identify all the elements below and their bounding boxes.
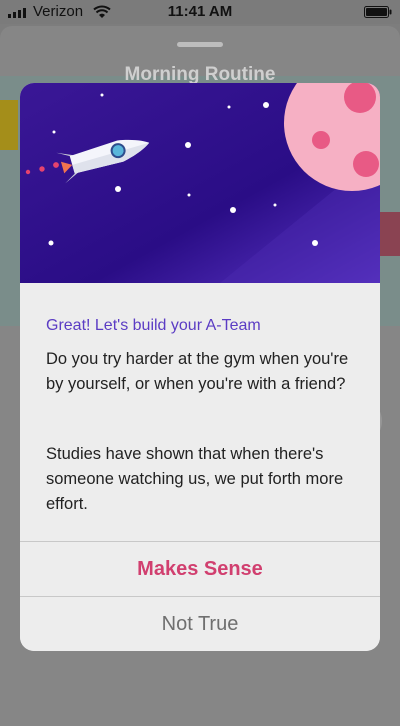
background-decoration	[0, 100, 18, 150]
alert-dialog: Great! Let's build your A-Team Do you tr…	[20, 83, 380, 651]
not-true-button[interactable]: Not True	[20, 596, 380, 651]
dialog-body: Great! Let's build your A-Team Do you tr…	[20, 283, 380, 541]
battery-icon	[364, 6, 392, 18]
dialog-question: Do you try harder at the gym when you're…	[46, 350, 349, 393]
background-decoration	[378, 212, 400, 256]
status-bar: Verizon 11:41 AM	[0, 0, 400, 24]
status-time: 11:41 AM	[167, 3, 233, 20]
dialog-explanation: Studies have shown that when there's som…	[46, 445, 344, 513]
makes-sense-button[interactable]: Makes Sense	[20, 541, 380, 596]
rocket-space-illustration	[20, 83, 380, 283]
dialog-headline: Great! Let's build your A-Team	[46, 317, 261, 334]
space-scene-icon	[20, 83, 380, 283]
sheet-drag-handle[interactable]	[177, 42, 223, 47]
